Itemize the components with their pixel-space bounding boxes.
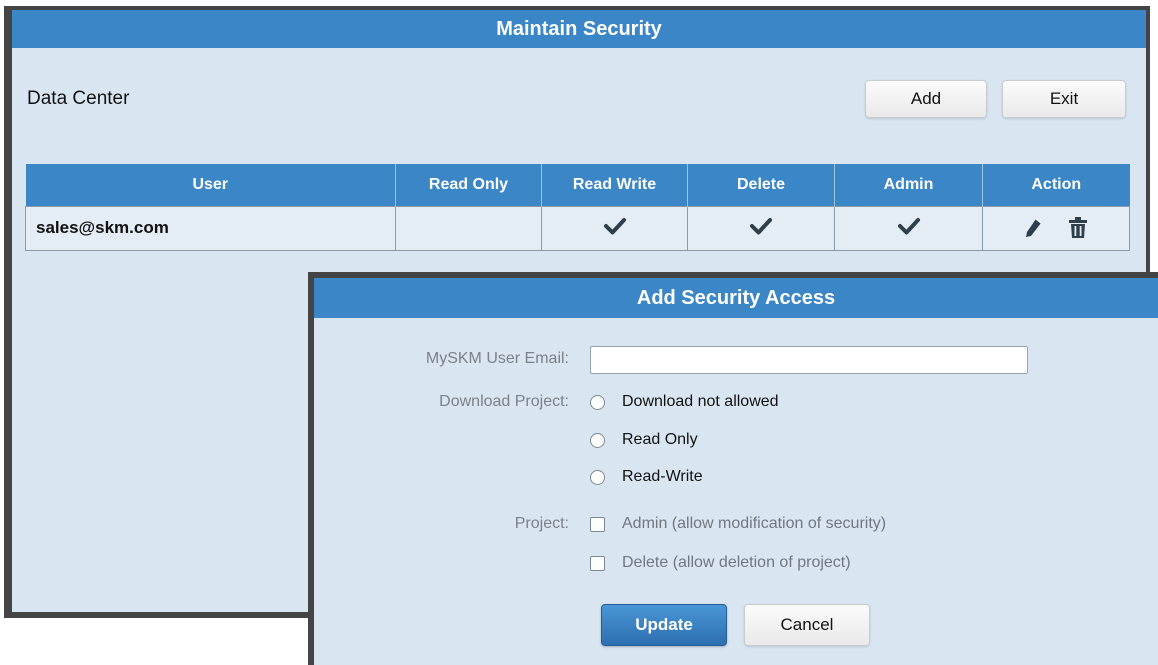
checkbox-admin[interactable]: Admin (allow modification of security) bbox=[590, 515, 886, 533]
column-header-read-only[interactable]: Read Only bbox=[395, 164, 542, 206]
dialog-title: Add Security Access bbox=[314, 278, 1158, 318]
cell-action bbox=[982, 205, 1130, 251]
column-header-action[interactable]: Action bbox=[982, 164, 1130, 206]
radio-read-only[interactable]: Read Only bbox=[590, 431, 698, 449]
checkbox-icon[interactable] bbox=[590, 555, 605, 571]
exit-button[interactable]: Exit bbox=[1002, 80, 1126, 118]
column-header-user[interactable]: User bbox=[25, 164, 396, 206]
checkmark-icon bbox=[750, 217, 772, 234]
radio-icon[interactable] bbox=[590, 394, 605, 410]
download-project-label: Download Project: bbox=[439, 393, 569, 410]
cell-user: sales@skm.com bbox=[25, 205, 396, 251]
dialog-panel: Add Security Access MySKM User Email: Do… bbox=[314, 278, 1158, 665]
checkmark-icon bbox=[603, 217, 626, 234]
cell-admin bbox=[834, 205, 983, 251]
cell-read-only bbox=[395, 205, 542, 251]
radio-download-not-allowed[interactable]: Download not allowed bbox=[590, 393, 779, 411]
checkbox-delete[interactable]: Delete (allow deletion of project) bbox=[590, 554, 851, 572]
checkbox-icon[interactable] bbox=[590, 516, 605, 532]
project-label: Project: bbox=[514, 515, 569, 532]
radio-label: Download not allowed bbox=[622, 393, 779, 410]
cancel-button[interactable]: Cancel bbox=[744, 604, 870, 646]
radio-label: Read-Write bbox=[622, 468, 703, 485]
security-table: User Read Only Read Write Delete Admin A… bbox=[25, 164, 1130, 251]
trash-icon[interactable] bbox=[1067, 216, 1089, 240]
column-header-admin[interactable]: Admin bbox=[834, 164, 983, 206]
cell-read-write bbox=[541, 205, 688, 251]
column-header-delete[interactable]: Delete bbox=[687, 164, 835, 206]
edit-icon[interactable] bbox=[1023, 216, 1045, 240]
column-header-read-write[interactable]: Read Write bbox=[541, 164, 688, 206]
radio-read-write[interactable]: Read-Write bbox=[590, 468, 703, 486]
table-row: sales@skm.com bbox=[25, 205, 1130, 251]
email-field[interactable] bbox=[590, 346, 1028, 374]
checkmark-icon bbox=[897, 217, 920, 234]
radio-label: Read Only bbox=[622, 431, 698, 448]
radio-icon[interactable] bbox=[590, 469, 605, 485]
window-title: Maintain Security bbox=[12, 10, 1146, 48]
context-label: Data Center bbox=[27, 88, 130, 109]
radio-icon[interactable] bbox=[590, 432, 605, 448]
checkbox-label: Admin (allow modification of security) bbox=[622, 515, 887, 532]
update-button[interactable]: Update bbox=[601, 604, 727, 646]
email-label: MySKM User Email: bbox=[425, 350, 569, 367]
checkbox-label: Delete (allow deletion of project) bbox=[622, 554, 851, 571]
screen: Maintain Security Data Center Add Exit U… bbox=[0, 0, 1158, 665]
cell-delete bbox=[687, 205, 835, 251]
table-header-row: User Read Only Read Write Delete Admin A… bbox=[25, 164, 1130, 206]
add-security-access-dialog: Add Security Access MySKM User Email: Do… bbox=[308, 272, 1158, 665]
add-button[interactable]: Add bbox=[865, 80, 987, 118]
